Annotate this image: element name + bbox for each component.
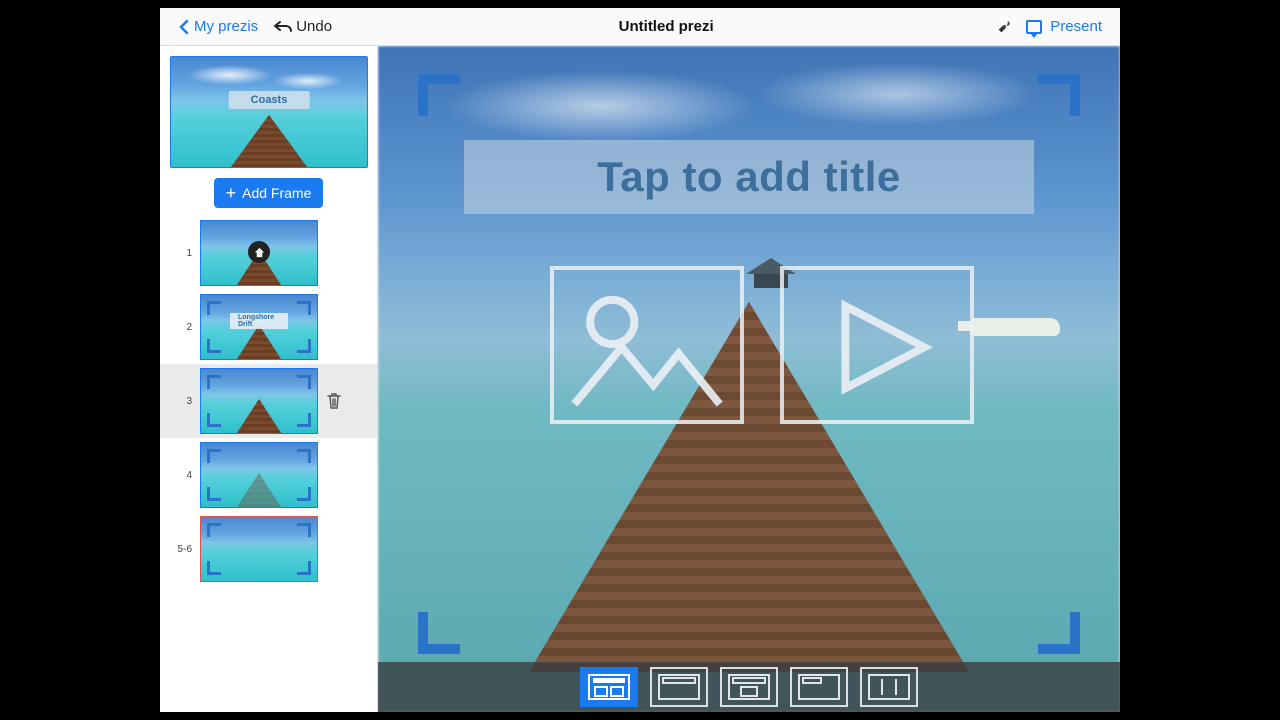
frame-number: 4 [174, 470, 192, 481]
frame-number: 5-6 [174, 544, 192, 555]
document-title: Untitled prezi [340, 18, 992, 35]
frame-thumbnail[interactable] [200, 516, 318, 582]
undo-button[interactable]: Undo [266, 14, 340, 39]
add-frame-label: Add Frame [242, 185, 311, 201]
layout-option-5[interactable] [860, 667, 918, 707]
app-header: My prezis Undo Untitled prezi Present [160, 8, 1120, 46]
back-label: My prezis [194, 18, 258, 35]
layout-option-1[interactable] [580, 667, 638, 707]
layout-icon [657, 673, 701, 701]
play-icon [798, 284, 956, 410]
frame-row[interactable]: 5-6 [160, 512, 377, 586]
layout-icon [727, 673, 771, 701]
layout-icon [867, 673, 911, 701]
frame-row[interactable]: 4 [160, 438, 377, 512]
plus-icon: + [226, 186, 237, 200]
trash-icon [326, 392, 342, 410]
frame-row[interactable]: 2 Longshore Drift [160, 290, 377, 364]
present-icon [1026, 20, 1042, 34]
frame-title: Longshore Drift [230, 313, 288, 329]
frame-row[interactable]: 3 [160, 364, 377, 438]
back-button[interactable]: My prezis [170, 14, 266, 39]
frame-thumbnail[interactable] [200, 442, 318, 508]
frame-number: 3 [174, 396, 192, 407]
chevron-left-icon [178, 19, 190, 35]
undo-icon [274, 20, 292, 34]
frame-number: 2 [174, 322, 192, 333]
undo-label: Undo [296, 18, 332, 35]
delete-frame-button[interactable] [326, 392, 342, 410]
overview-thumbnail[interactable]: Coasts [170, 56, 368, 168]
settings-button[interactable] [992, 14, 1018, 40]
image-placeholder[interactable] [550, 266, 744, 424]
layout-toolbar [378, 662, 1120, 712]
frames-sidebar: Coasts + Add Frame 1 2 [160, 46, 378, 712]
layout-option-4[interactable] [790, 667, 848, 707]
layout-option-2[interactable] [650, 667, 708, 707]
image-icon [568, 284, 726, 410]
frame-list: 1 2 Longshore Drift 3 [160, 216, 377, 712]
layout-icon [797, 673, 841, 701]
add-frame-button[interactable]: + Add Frame [214, 178, 324, 208]
frame-thumbnail[interactable] [200, 220, 318, 286]
overview-title: Coasts [229, 91, 310, 109]
video-placeholder[interactable] [780, 266, 974, 424]
present-button[interactable]: Present [1018, 14, 1110, 39]
frame-thumbnail[interactable] [200, 368, 318, 434]
frame-number: 1 [174, 248, 192, 259]
present-label: Present [1050, 18, 1102, 35]
editor-canvas[interactable]: Tap to add title [378, 46, 1120, 712]
layout-option-3[interactable] [720, 667, 778, 707]
title-placeholder-text: Tap to add title [597, 153, 901, 201]
frame-row[interactable]: 1 [160, 216, 377, 290]
layout-icon [587, 673, 631, 701]
wrench-icon [996, 18, 1014, 36]
home-icon [248, 241, 270, 263]
title-placeholder[interactable]: Tap to add title [464, 140, 1034, 214]
frame-thumbnail[interactable]: Longshore Drift [200, 294, 318, 360]
